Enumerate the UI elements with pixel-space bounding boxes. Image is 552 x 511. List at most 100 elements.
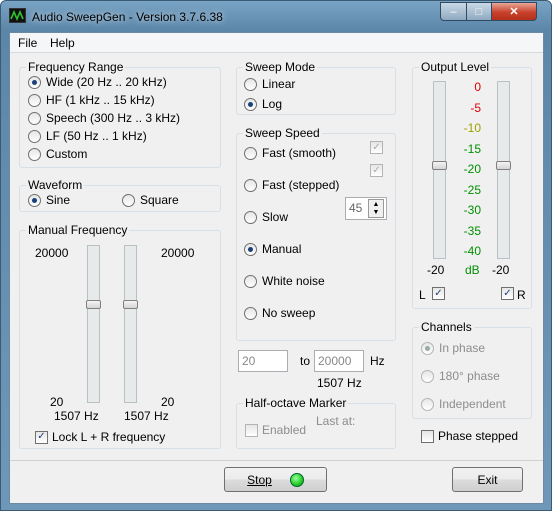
frequency-range-option-3[interactable]: LF (50 Hz .. 1 kHz)	[28, 129, 147, 143]
frequency-range-option-2[interactable]: Speech (300 Hz .. 3 kHz)	[28, 111, 180, 125]
speed-spin-value: 45	[349, 201, 363, 215]
sweep-speed-option-1-label: Fast (stepped)	[262, 178, 340, 192]
linear-radio-circle[interactable]	[244, 77, 257, 91]
enabled-check-box[interactable]	[245, 423, 258, 437]
sweep-speed-option-3-circle[interactable]	[244, 242, 257, 256]
right-level-thumb[interactable]	[496, 161, 511, 170]
phase-stepped-checkbox[interactable]: Phase stepped	[421, 429, 518, 443]
square-label: Square	[140, 193, 179, 207]
close-button[interactable]: ✕	[491, 2, 537, 21]
sine-label: Sine	[46, 193, 71, 207]
right-channel-label: R	[517, 288, 526, 302]
sweep-speed-option-2-circle[interactable]	[244, 210, 257, 224]
sweep-speed-option-1-circle[interactable]	[244, 178, 257, 192]
sweep-speed-option-5-label: No sweep	[262, 306, 316, 320]
sweep-speed-option-0-circle[interactable]	[244, 146, 257, 160]
minimize-icon: –	[450, 5, 457, 18]
log-label: Log	[262, 97, 283, 111]
exit-label: Exit	[477, 472, 498, 487]
minimize-button[interactable]: –	[440, 2, 467, 21]
linear-label: Linear	[262, 77, 296, 91]
level-tick-5: -25	[463, 182, 481, 197]
sweep-speed-option-2[interactable]: Slow	[244, 210, 288, 224]
frequency-range-option-4-circle[interactable]	[28, 147, 41, 161]
left-slider-min: 20	[50, 395, 64, 409]
right-level-slider[interactable]	[497, 81, 510, 259]
sweep-speed-option-0[interactable]: Fast (smooth)	[244, 146, 336, 160]
left-level-value: -20	[427, 263, 445, 277]
frequency-range-option-1-label: HF (1 kHz .. 15 kHz)	[46, 93, 155, 107]
lock-lr-checkbox[interactable]: ✓ Lock L + R frequency	[35, 430, 165, 444]
range-unit-label: Hz	[370, 354, 385, 368]
maximize-icon: □	[475, 5, 483, 18]
sweep-speed-option-4-label: White noise	[262, 274, 325, 288]
sweep-speed-option-3[interactable]: Manual	[244, 242, 301, 256]
right-channel-checkbox[interactable]: ✓	[501, 287, 514, 300]
channels-option-2-circle[interactable]	[421, 397, 434, 411]
frequency-range-group: Frequency Range Wide (20 Hz .. 20 kHz) HF…	[19, 60, 221, 168]
channels-option-0-circle[interactable]	[421, 341, 434, 355]
exit-button[interactable]: Exit	[452, 467, 523, 492]
lock-check-icon[interactable]: ✓	[35, 430, 48, 444]
menu-file[interactable]: File	[18, 36, 37, 50]
sweep-mode-title: Sweep Mode	[243, 60, 318, 74]
footer-divider	[10, 460, 543, 461]
log-radio-circle[interactable]	[244, 97, 257, 111]
frequency-range-option-3-circle[interactable]	[28, 129, 41, 143]
right-frequency-thumb[interactable]	[123, 300, 138, 309]
sweep-speed-option-4-circle[interactable]	[244, 274, 257, 288]
current-frequency-label: 1507 Hz	[317, 376, 362, 390]
frequency-range-option-1[interactable]: HF (1 kHz .. 15 kHz)	[28, 93, 155, 107]
frequency-range-option-2-circle[interactable]	[28, 111, 41, 125]
channels-option-2[interactable]: Independent	[421, 397, 506, 411]
waveform-sine-radio[interactable]: Sine	[28, 193, 70, 207]
stop-label: Stop	[247, 472, 272, 487]
left-level-thumb[interactable]	[432, 161, 447, 170]
left-frequency-slider[interactable]	[87, 245, 100, 403]
right-slider-max: 20000	[161, 246, 195, 260]
lock-lr-label: Lock L + R frequency	[52, 430, 166, 444]
phase-stepped-box[interactable]	[421, 429, 434, 443]
frequency-range-option-0-circle[interactable]	[28, 75, 41, 89]
enabled-label: Enabled	[262, 423, 307, 437]
sine-radio-circle[interactable]	[28, 193, 41, 207]
app-window: Audio SweepGen - Version 3.7.6.38 – □ ✕ …	[0, 0, 552, 511]
left-slider-max: 20000	[35, 246, 69, 260]
frequency-range-option-4[interactable]: Custom	[28, 147, 87, 161]
left-level-slider[interactable]	[433, 81, 446, 259]
spin-up-icon[interactable]: ▲	[373, 201, 380, 208]
frequency-range-option-1-circle[interactable]	[28, 93, 41, 107]
channels-option-0[interactable]: In phase	[421, 341, 485, 355]
sweep-speed-option-0-label: Fast (smooth)	[262, 146, 337, 160]
channels-option-1[interactable]: 180° phase	[421, 369, 500, 383]
sweep-speed-option-5-circle[interactable]	[244, 306, 257, 320]
stop-button[interactable]: Stop	[224, 467, 327, 492]
maximize-button[interactable]: □	[466, 2, 492, 21]
sweep-speed-option-4[interactable]: White noise	[244, 274, 325, 288]
fast-stepped-checkbox[interactable]: ✓	[370, 164, 383, 177]
spin-down-icon[interactable]: ▼	[373, 209, 380, 216]
title-bar[interactable]: Audio SweepGen - Version 3.7.6.38 – □ ✕	[1, 1, 551, 31]
half-octave-enabled-checkbox[interactable]: Enabled	[245, 423, 306, 437]
sweep-mode-linear-radio[interactable]: Linear	[244, 77, 295, 91]
frequency-range-option-0[interactable]: Wide (20 Hz .. 20 kHz)	[28, 75, 167, 89]
speed-spinner[interactable]: ▲ ▼	[368, 199, 384, 218]
waveform-group: Waveform Sine Square	[19, 178, 221, 212]
half-octave-title: Half-octave Marker	[243, 396, 349, 410]
left-frequency-thumb[interactable]	[86, 300, 101, 309]
range-to-input[interactable]: 20000	[314, 350, 364, 372]
fast-smooth-checkbox[interactable]: ✓	[370, 141, 383, 154]
channels-option-1-circle[interactable]	[421, 369, 434, 383]
range-from-input[interactable]: 20	[238, 350, 288, 372]
right-frequency-slider[interactable]	[124, 245, 137, 403]
waveform-square-radio[interactable]: Square	[122, 193, 179, 207]
menu-help[interactable]: Help	[50, 36, 75, 50]
level-tick-7: -35	[463, 223, 481, 238]
square-radio-circle[interactable]	[122, 193, 135, 207]
sweep-mode-log-radio[interactable]: Log	[244, 97, 282, 111]
frequency-range-option-2-label: Speech (300 Hz .. 3 kHz)	[46, 111, 181, 125]
sweep-speed-option-1[interactable]: Fast (stepped)	[244, 178, 339, 192]
left-channel-checkbox[interactable]: ✓	[432, 287, 445, 300]
sweep-speed-option-5[interactable]: No sweep	[244, 306, 315, 320]
channels-option-0-label: In phase	[439, 341, 486, 355]
